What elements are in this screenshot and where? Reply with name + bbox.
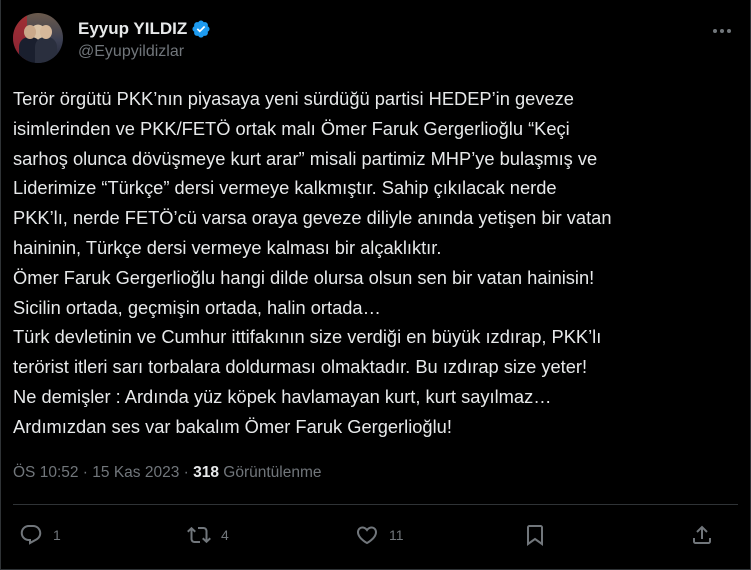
tweet-card: Eyyup YILDIZ @Eyupyildizlar Terör örgütü… xyxy=(0,0,751,570)
tweet-time[interactable]: ÖS 10:52 xyxy=(13,464,79,481)
tweet-text: Terör örgütü PKK’nın piyasaya yeni sürdü… xyxy=(13,84,735,442)
reply-button[interactable]: 1 xyxy=(19,523,61,547)
tweet-header: Eyyup YILDIZ @Eyupyildizlar xyxy=(13,13,740,69)
reply-count: 1 xyxy=(53,527,61,543)
tweet-line: haininin, Türkçe dersi vermeye kalması b… xyxy=(13,236,442,258)
meta-separator: · xyxy=(78,464,93,481)
tweet-line: sarhoş olunca dövüşmeye kurt arar” misal… xyxy=(13,147,598,169)
author-name-row: Eyyup YILDIZ xyxy=(78,19,211,39)
tweet-line: Terör örgütü PKK’nın piyasaya yeni sürdü… xyxy=(13,88,574,109)
tweet-line: Ömer Faruk Gergerlioğlu hangi dilde olur… xyxy=(13,266,595,288)
divider xyxy=(13,504,738,505)
more-options-icon[interactable] xyxy=(710,21,734,41)
view-count: 318 xyxy=(193,464,219,481)
action-bar: 1 4 11 xyxy=(13,523,729,551)
verified-badge-icon xyxy=(192,20,210,38)
author-handle[interactable]: @Eyupyildizlar xyxy=(78,43,184,61)
tweet-date[interactable]: 15 Kas 2023 xyxy=(92,464,179,481)
bookmark-button[interactable] xyxy=(523,523,547,547)
tweet-line: Liderimize “Türkçe” dersi vermeye kalkmı… xyxy=(13,177,557,199)
bookmark-icon xyxy=(527,525,543,546)
share-button[interactable] xyxy=(690,523,714,547)
like-button[interactable]: 11 xyxy=(355,523,404,547)
tweet-line: Sicilin ortada, geçmişin ortada, halin o… xyxy=(13,296,381,318)
repost-button[interactable]: 4 xyxy=(187,523,229,547)
repost-count: 4 xyxy=(221,527,229,543)
avatar[interactable] xyxy=(13,13,63,63)
tweet-line: PKK’lı, nerde FETÖ’cü varsa oraya geveze… xyxy=(13,207,612,229)
tweet-line: Ne demişler : Ardında yüz köpek havlamay… xyxy=(13,385,552,407)
tweet-line: Ardımızdan ses var bakalım Ömer Faruk Ge… xyxy=(13,415,452,437)
reply-icon xyxy=(20,525,42,545)
like-count: 11 xyxy=(389,527,404,543)
share-icon xyxy=(693,525,711,544)
tweet-meta: ÖS 10:52 · 15 Kas 2023 · 318 Görüntülenm… xyxy=(13,464,322,482)
author-name[interactable]: Eyyup YILDIZ xyxy=(78,19,187,39)
tweet-line: Türk devletinin ve Cumhur ittifakının si… xyxy=(13,326,602,348)
repost-icon xyxy=(187,526,211,544)
tweet-line: isimlerinden ve PKK/FETÖ ortak malı Ömer… xyxy=(13,117,570,139)
view-label: Görüntülenme xyxy=(218,464,322,481)
meta-separator: · xyxy=(179,464,194,481)
heart-icon xyxy=(356,526,378,545)
tweet-line: terörist itleri sarı torbalara doldurmas… xyxy=(13,356,588,378)
